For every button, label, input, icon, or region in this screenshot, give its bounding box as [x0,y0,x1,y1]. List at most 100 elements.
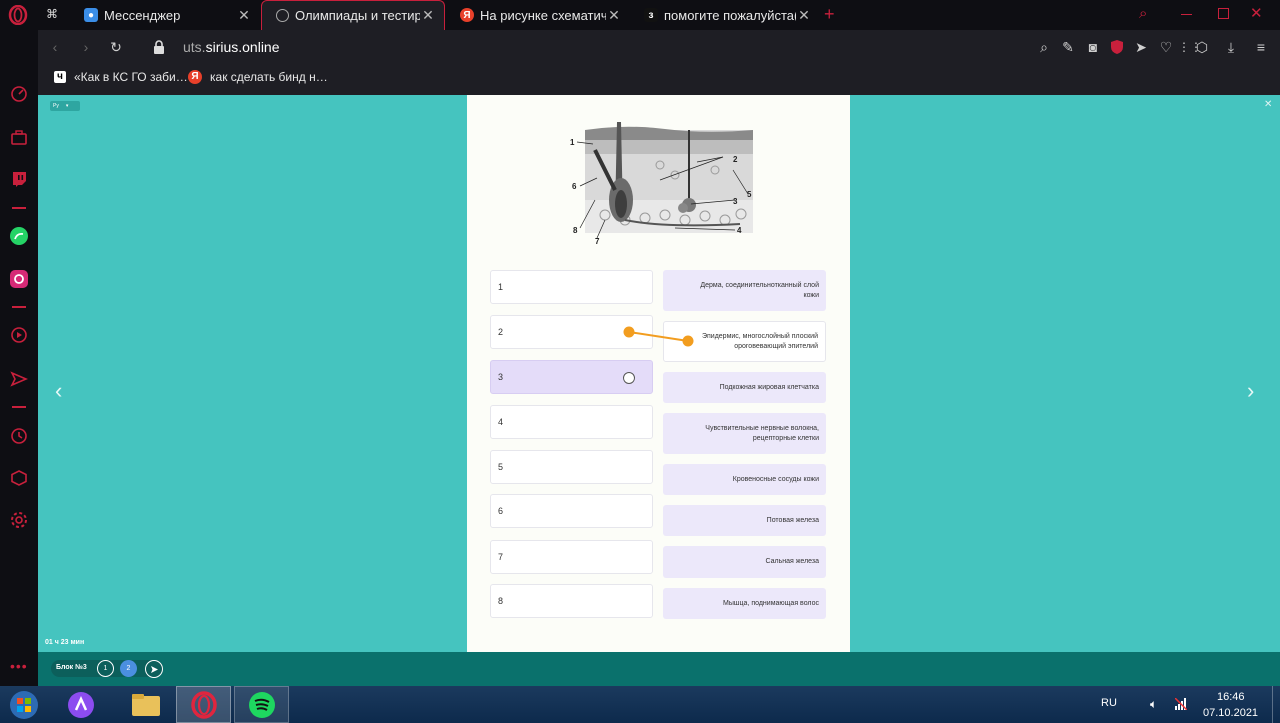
close-icon[interactable]: ✕ [796,7,812,24]
volume-icon[interactable]: 🔈︎ [1150,697,1157,712]
fullscreen-close-icon[interactable]: ✕ [1264,99,1272,110]
extensions-icon[interactable] [7,466,31,490]
flow-icon[interactable]: ➤ [1131,37,1151,57]
diagram-label: 8 [573,226,578,235]
url-domain: sirius.online [205,39,280,55]
tab-workspaces-icon[interactable]: ⌘ [46,7,62,23]
reload-button[interactable]: ↻ [106,37,126,57]
yandex-icon: Я [460,8,474,22]
bookmark-1[interactable]: ч «Как в КС ГО заби… [54,70,188,84]
sidebar-divider [12,306,26,308]
match-right-item[interactable]: Чувствительные нервные волокна, рецептор… [663,413,826,454]
item-label: Кровеносные сосуды кожи [732,475,819,483]
skin-diagram: 1 2 6 5 3 8 7 4 [565,120,765,250]
start-button[interactable] [5,686,43,723]
connector-end-dot[interactable] [682,335,694,347]
messenger-icon: ● [84,8,98,22]
back-button[interactable]: ‹ [45,37,65,57]
block-navigation-bar [38,652,1280,686]
match-anchor-empty[interactable] [623,372,635,384]
search-icon[interactable]: ⌕ [1034,37,1054,57]
tab-olympiads[interactable]: Олимпиады и тестирован ✕ [261,0,445,30]
match-left-item[interactable]: 5 [490,450,653,484]
window-close-button[interactable]: ✕ [1250,4,1263,22]
match-left-item[interactable]: 8 [490,584,653,618]
search-tabs-icon[interactable]: ⌕ [1139,5,1147,22]
shield-icon[interactable] [1107,37,1127,57]
send-icon[interactable] [7,367,31,391]
page-button-1[interactable]: 1 [97,660,114,677]
opera-taskbar-button[interactable] [176,686,231,723]
match-left-item[interactable]: 6 [490,494,653,528]
page-button-2[interactable]: 2 [120,660,137,677]
match-right-item[interactable]: Кровеносные сосуды кожи [663,464,826,495]
diagram-label: 6 [572,182,577,191]
restore-button[interactable] [1218,8,1229,19]
match-right-item[interactable]: Мышца, поднимающая волос [663,588,826,619]
explorer-taskbar-button[interactable] [124,686,168,723]
diagram-label: 5 [747,190,752,199]
page-number: 1 [103,665,108,672]
folder-icon [132,693,160,716]
network-icon[interactable] [1174,697,1188,711]
spotify-taskbar-button[interactable] [234,686,289,723]
tab-yandex[interactable]: Я На рисунке схематично пр ✕ [446,0,630,30]
next-arrow-icon[interactable]: › [1247,378,1254,404]
edit-icon[interactable]: ✎ [1058,37,1078,57]
quote-icon: ч [54,71,66,83]
speed-dial-icon[interactable] [7,82,31,106]
bookmark-title: «Как в КС ГО заби… [74,70,188,84]
workspaces-icon[interactable] [7,125,31,149]
settings-icon[interactable] [7,508,31,532]
more-icon[interactable]: ••• [10,658,28,674]
cube-icon[interactable]: ⬡ [1192,37,1212,57]
connector-start-dot[interactable] [623,326,635,338]
new-tab-button[interactable]: + [824,4,835,25]
camera-icon[interactable]: ◙ [1083,37,1103,57]
download-icon[interactable]: ⤓ [1221,37,1241,57]
clock-time[interactable]: 16:46 [1217,691,1245,703]
player-icon[interactable] [7,323,31,347]
bookmark-title: как сделать бинд н… [210,70,328,84]
menu-icon[interactable]: ≡ [1251,37,1271,57]
alice-taskbar-button[interactable] [62,686,100,723]
match-right-item[interactable]: Дерма, соединительнотканный слой кожи [663,270,826,311]
close-icon[interactable]: ✕ [420,7,436,24]
close-icon[interactable]: ✕ [606,7,622,24]
match-right-item[interactable]: Потовая железа [663,505,826,536]
item-label: 5 [498,462,504,472]
diagram-label: 3 [733,197,738,206]
history-icon[interactable] [7,424,31,448]
match-left-item[interactable]: 1 [490,270,653,304]
tab-znanija[interactable]: з помогите пожалуйста((так ✕ [630,0,820,30]
heart-icon[interactable]: ♡ [1156,37,1176,57]
whatsapp-icon[interactable] [7,224,31,248]
close-icon[interactable]: ✕ [236,7,252,24]
item-label: 7 [498,552,504,562]
prev-arrow-icon[interactable]: ‹ [55,378,62,404]
item-label: Дерма, соединительнотканный слой кожи [700,282,819,299]
item-label: Сальная железа [765,558,819,566]
language-indicator[interactable]: RU [1101,697,1117,709]
instagram-icon[interactable] [7,267,31,291]
url-field[interactable]: uts.sirius.online [183,39,280,55]
opera-menu-button[interactable] [7,4,29,26]
show-desktop-button[interactable] [1272,686,1280,723]
tab-messenger[interactable]: ● Мессенджер ✕ [70,0,260,30]
item-label: Мышца, поднимающая волос [723,599,819,607]
item-label: 3 [498,372,504,382]
timer: 01 ч 23 мин [45,639,85,646]
clock-date[interactable]: 07.10.2021 [1203,707,1258,719]
minimize-button[interactable] [1181,14,1192,15]
match-right-item[interactable]: Сальная железа [663,546,826,578]
submit-send-icon[interactable] [145,660,163,678]
match-left-item[interactable]: 4 [490,405,653,439]
page-number: 2 [126,665,131,672]
language-select[interactable]: Ру ▾ [50,101,80,111]
forward-button[interactable]: › [76,37,96,57]
match-left-item[interactable]: 7 [490,540,653,574]
item-label: Эпидермис, многослойный плоский ороговев… [701,333,818,350]
twitch-icon[interactable] [7,167,31,191]
bookmark-2[interactable]: Я как сделать бинд н… [188,70,328,84]
match-right-item[interactable]: Подкожная жировая клетчатка [663,372,826,403]
